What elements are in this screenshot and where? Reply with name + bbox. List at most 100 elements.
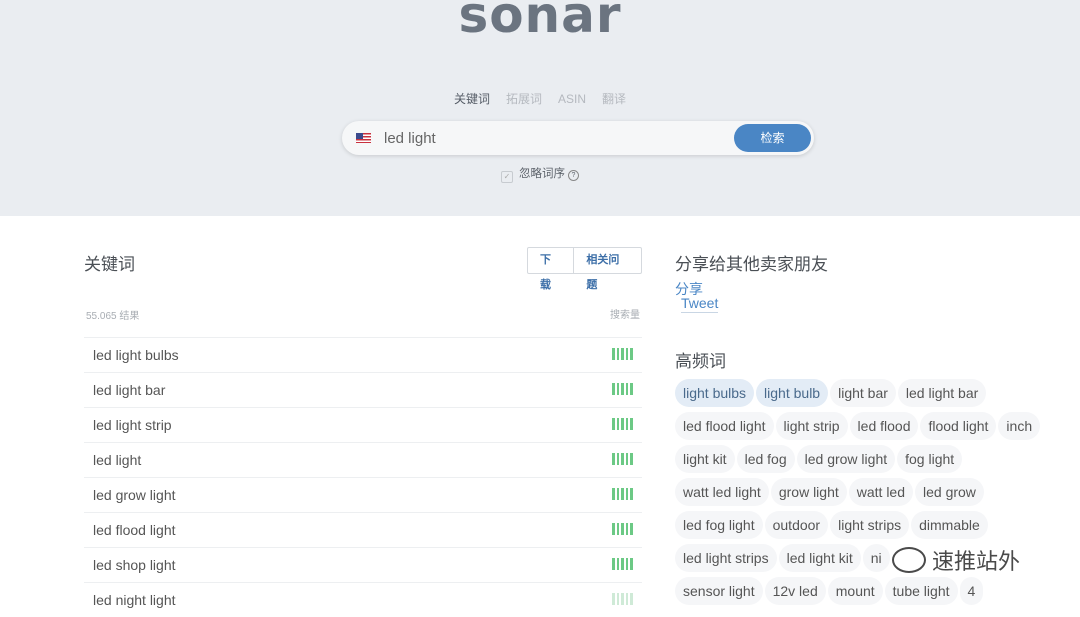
- volume-bars: [612, 418, 633, 430]
- volume-bar: [621, 383, 624, 395]
- keywords-title: 关键词: [84, 255, 135, 274]
- volume-bar: [630, 348, 633, 360]
- tweet-link[interactable]: Tweet: [681, 295, 719, 313]
- volume-bar: [612, 558, 615, 570]
- keyword-text[interactable]: led light bulbs: [93, 347, 179, 363]
- frequent-word-tag[interactable]: led grow: [915, 478, 984, 506]
- related-questions-button[interactable]: 相关问题: [573, 248, 641, 291]
- frequent-word-tag[interactable]: watt led: [848, 478, 913, 506]
- volume-bar: [625, 488, 629, 500]
- frequent-word-tag[interactable]: led grow light: [796, 445, 896, 473]
- tab-0[interactable]: 关键词: [454, 90, 490, 107]
- frequent-words-title: 高频词: [675, 352, 726, 371]
- us-flag-icon[interactable]: [356, 133, 371, 143]
- volume-bar: [630, 383, 633, 395]
- volume-bars: [612, 348, 633, 360]
- frequent-word-tag[interactable]: led light strips: [675, 544, 777, 572]
- volume-bar: [612, 453, 615, 465]
- volume-bar: [625, 523, 629, 535]
- keyword-row[interactable]: led flood light: [84, 512, 642, 547]
- question-icon[interactable]: ?: [568, 170, 579, 181]
- keyword-row[interactable]: led light strip: [84, 407, 642, 442]
- frequent-word-tag[interactable]: 12v led: [764, 577, 826, 605]
- volume-bar: [625, 593, 629, 605]
- tab-2[interactable]: ASIN: [558, 92, 586, 106]
- frequent-word-tag[interactable]: light bulbs: [675, 379, 755, 407]
- volume-bar: [625, 348, 629, 360]
- volume-bar: [616, 348, 620, 360]
- frequent-word-tag[interactable]: fog light: [897, 445, 963, 473]
- volume-bar: [621, 348, 624, 360]
- ignore-order-checkbox[interactable]: ✓: [501, 171, 513, 183]
- frequent-word-tag[interactable]: light strip: [775, 412, 848, 440]
- frequent-word-tag[interactable]: tube light: [884, 577, 958, 605]
- frequent-word-tag[interactable]: led fog light: [675, 511, 763, 539]
- volume-bar: [612, 348, 615, 360]
- frequent-word-tag[interactable]: light strips: [830, 511, 910, 539]
- tag-row: led flood light light strip led flood flood…: [675, 412, 1080, 445]
- wechat-icon: [892, 547, 926, 573]
- frequent-word-tag[interactable]: flood light: [920, 412, 997, 440]
- volume-bar: [625, 453, 629, 465]
- tab-1[interactable]: 拓展词: [506, 90, 542, 107]
- search-volume-header[interactable]: 搜索量: [610, 306, 640, 321]
- frequent-word-tag[interactable]: light bulb: [756, 379, 829, 407]
- frequent-word-tag[interactable]: ni: [862, 544, 890, 572]
- keyword-text[interactable]: led flood light: [93, 522, 176, 538]
- frequent-word-tag[interactable]: led flood light: [675, 412, 774, 440]
- search-mode-tabs: 关键词 拓展词 ASIN 翻译: [0, 90, 1080, 107]
- search-button[interactable]: 检索: [734, 124, 811, 152]
- volume-bar: [621, 523, 624, 535]
- frequent-word-tag[interactable]: light bar: [830, 379, 896, 407]
- volume-bars: [612, 383, 633, 395]
- keyword-row[interactable]: led light bar: [84, 372, 642, 407]
- keyword-text[interactable]: led night light: [93, 592, 176, 608]
- search-hero: sonar 关键词拓展词 ASIN 翻译 检索 ✓ 忽略词序?: [0, 0, 1080, 216]
- sonar-logo[interactable]: sonar: [0, 0, 1080, 44]
- keyword-text[interactable]: led light strip: [93, 417, 172, 433]
- tab-3[interactable]: 翻译: [602, 90, 626, 107]
- frequent-word-tag[interactable]: grow light: [770, 478, 847, 506]
- search-bar: 检索: [342, 121, 814, 155]
- tag-row: light bulbs light bulb light bar led light …: [675, 379, 1080, 412]
- frequent-word-tag[interactable]: sensor light: [675, 577, 763, 605]
- volume-bar: [616, 383, 620, 395]
- volume-bar: [616, 488, 620, 500]
- download-button[interactable]: 下载: [528, 248, 573, 291]
- frequent-word-tag[interactable]: mount: [827, 577, 883, 605]
- keyword-row[interactable]: led light: [84, 442, 642, 477]
- keywords-actions: 下载 相关问题: [527, 247, 642, 291]
- keyword-text[interactable]: led grow light: [93, 487, 176, 503]
- frequent-word-tag[interactable]: light kit: [675, 445, 735, 473]
- volume-bars: [612, 593, 633, 605]
- frequent-word-tag[interactable]: led fog: [736, 445, 795, 473]
- keyword-text[interactable]: led light bar: [93, 382, 165, 398]
- frequent-word-tag[interactable]: inch: [998, 412, 1041, 440]
- volume-bars: [612, 523, 633, 535]
- keyword-text[interactable]: led light: [93, 452, 141, 468]
- volume-bar: [621, 488, 624, 500]
- ignore-order-label[interactable]: 忽略词序: [519, 168, 565, 180]
- frequent-word-tag[interactable]: led light kit: [778, 544, 861, 572]
- volume-bar: [630, 558, 633, 570]
- search-input[interactable]: [384, 121, 724, 155]
- frequent-word-tag[interactable]: dimmable: [911, 511, 988, 539]
- volume-bar: [630, 418, 633, 430]
- keyword-row[interactable]: led grow light: [84, 477, 642, 512]
- watermark-text: 速推站外: [932, 550, 1021, 575]
- volume-bar: [616, 558, 620, 570]
- volume-bar: [616, 418, 620, 430]
- frequent-word-tag[interactable]: led flood: [849, 412, 919, 440]
- keyword-row[interactable]: led shop light: [84, 547, 642, 582]
- volume-bar: [625, 418, 629, 430]
- frequent-word-tag[interactable]: outdoor: [764, 511, 829, 539]
- tag-row: sensor light 12v led mount tube light 4: [675, 577, 1080, 610]
- frequent-word-tag[interactable]: led light bar: [897, 379, 987, 407]
- frequent-word-tag[interactable]: 4: [959, 577, 984, 605]
- frequent-word-tag[interactable]: watt led light: [675, 478, 769, 506]
- volume-bar: [625, 558, 629, 570]
- keyword-text[interactable]: led shop light: [93, 557, 176, 573]
- keyword-row[interactable]: led night light: [84, 582, 642, 617]
- keyword-row[interactable]: led light bulbs: [84, 337, 642, 372]
- volume-bar: [621, 453, 624, 465]
